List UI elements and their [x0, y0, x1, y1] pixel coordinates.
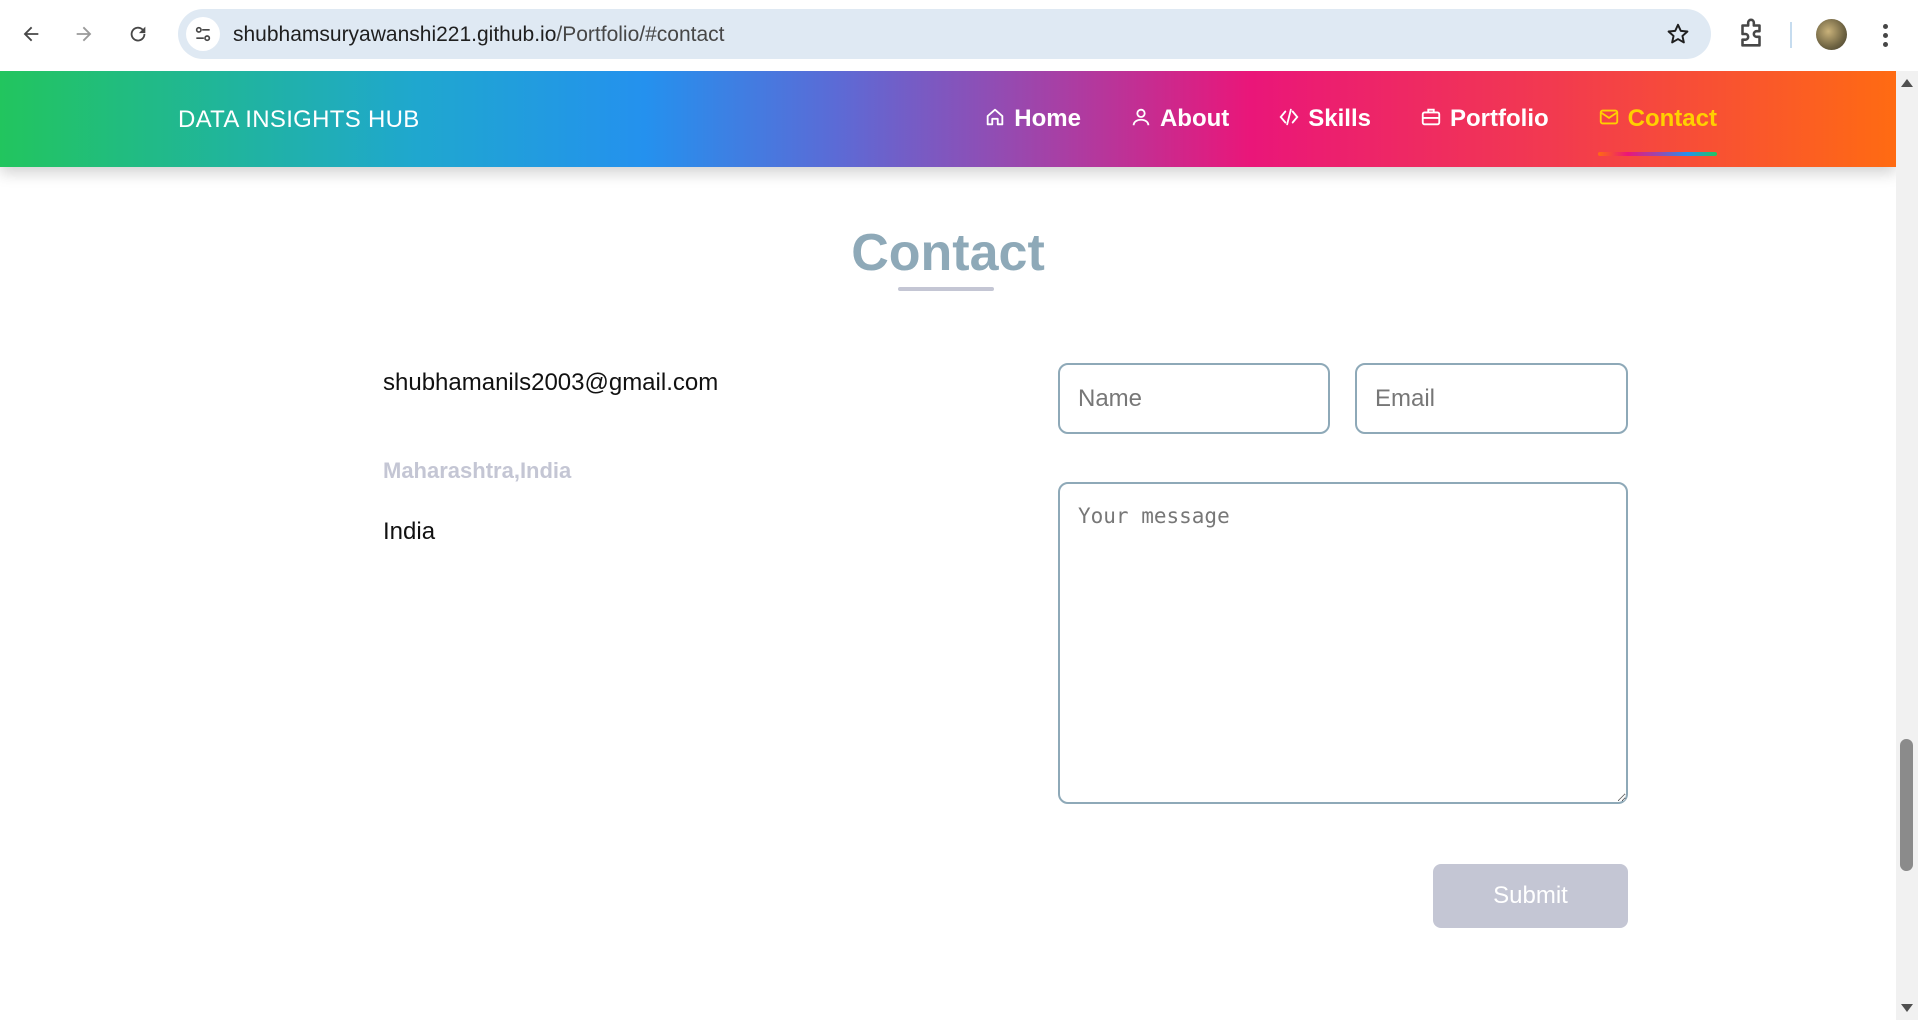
nav-label: Home: [1014, 105, 1081, 132]
nav-item-contact[interactable]: Contact: [1597, 71, 1717, 167]
back-button[interactable]: [12, 15, 50, 53]
url-text[interactable]: shubhamsuryawanshi221.github.io/Portfoli…: [233, 23, 724, 47]
site-info-icon: [195, 26, 211, 42]
nav-item-portfolio[interactable]: Portfolio: [1420, 71, 1549, 167]
bookmark-star-icon[interactable]: [1665, 21, 1691, 47]
email-input[interactable]: [1355, 363, 1628, 434]
nav-label: About: [1159, 105, 1230, 132]
forward-button[interactable]: [65, 15, 103, 53]
nav-label: Skills: [1308, 105, 1371, 132]
code-icon: [1279, 108, 1299, 126]
name-input[interactable]: [1058, 363, 1330, 434]
kebab-menu-icon[interactable]: [1870, 19, 1900, 51]
submit-button[interactable]: Submit: [1433, 864, 1628, 928]
briefcase-icon: [1421, 108, 1441, 126]
url-path: /Portfolio/#contact: [556, 23, 725, 46]
contact-email: shubhamanils2003@gmail.com: [383, 369, 719, 396]
contact-region: Maharashtra,India: [383, 458, 572, 483]
address-bar[interactable]: shubhamsuryawanshi221.github.io/Portfoli…: [178, 9, 1711, 59]
page-scrollbar[interactable]: [1896, 71, 1918, 1020]
browser-toolbar: shubhamsuryawanshi221.github.io/Portfoli…: [0, 0, 1918, 71]
url-host: shubhamsuryawanshi221.github.io: [233, 23, 557, 46]
toolbar-separator: [1790, 22, 1792, 48]
scrollbar-thumb[interactable]: [1900, 739, 1913, 871]
profile-avatar[interactable]: [1816, 19, 1847, 50]
message-textarea[interactable]: [1058, 482, 1628, 804]
active-nav-underline: [1597, 152, 1717, 156]
forward-arrow-icon: [76, 26, 92, 42]
main-nav: Home About Skills Portfolio Contact: [935, 71, 1717, 167]
nav-label: Contact: [1627, 105, 1717, 132]
reload-icon: [130, 26, 146, 42]
section-title: Contact: [851, 224, 1045, 282]
site-header: DATA INSIGHTS HUB Home About Skills Port…: [0, 71, 1896, 167]
nav-item-skills[interactable]: Skills: [1278, 71, 1371, 167]
contact-country: India: [383, 518, 436, 545]
extensions-puzzle-icon[interactable]: [1734, 17, 1768, 51]
home-icon: [987, 108, 1004, 126]
back-arrow-icon: [23, 26, 39, 42]
reload-button[interactable]: [119, 15, 157, 53]
mail-icon: [1599, 109, 1618, 125]
user-icon: [1132, 108, 1150, 126]
nav-label: Portfolio: [1450, 105, 1549, 132]
scroll-down-arrow-icon[interactable]: [1901, 1004, 1913, 1012]
page-viewport: DATA INSIGHTS HUB Home About Skills Port…: [0, 71, 1896, 1020]
site-info-button[interactable]: [186, 17, 220, 51]
scroll-up-arrow-icon[interactable]: [1901, 79, 1913, 87]
nav-item-home[interactable]: Home: [984, 71, 1081, 167]
nav-item-about[interactable]: About: [1130, 71, 1229, 167]
title-underline: [898, 287, 994, 291]
brand-logo[interactable]: DATA INSIGHTS HUB: [178, 106, 420, 134]
